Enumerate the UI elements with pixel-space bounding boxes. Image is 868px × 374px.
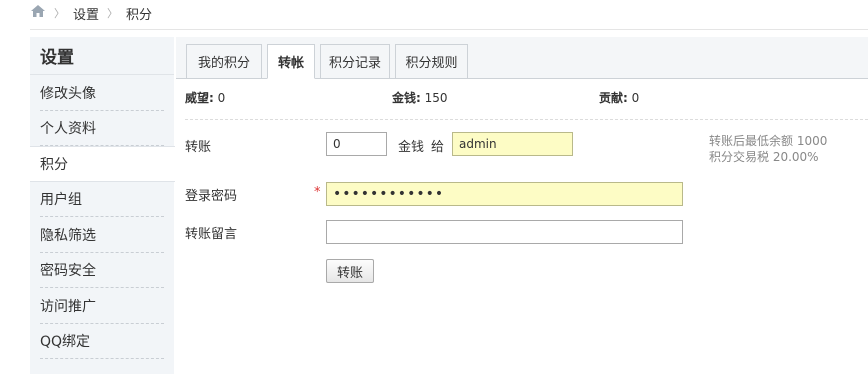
message-input[interactable] (326, 220, 683, 244)
sidebar-title: 设置 (30, 37, 174, 75)
breadcrumb: 〉 设置 〉 积分 (30, 4, 152, 23)
stat-prestige: 威望: 0 (185, 91, 226, 105)
sidebar-item-qq-binding[interactable]: QQ绑定 (30, 324, 174, 360)
sidebar-item-privacy[interactable]: 隐私筛选 (30, 217, 174, 253)
tab-credit-log[interactable]: 积分记录 (320, 44, 390, 79)
tab-credit-rules[interactable]: 积分规则 (395, 44, 468, 79)
breadcrumb-separator: 〉 (54, 7, 65, 20)
stat-money: 金钱: 150 (392, 91, 448, 105)
sidebar: 设置 修改头像 个人资料 积分 用户组 隐私筛选 密码安全 访问推广 QQ绑定 (30, 37, 175, 374)
sidebar-item-profile[interactable]: 个人资料 (30, 111, 174, 147)
breadcrumb-item-settings[interactable]: 设置 (73, 4, 99, 23)
main-panel: 我的积分 转帐 积分记录 积分规则 威望: 0 金钱: 150 贡献: 0 转账… (176, 37, 868, 374)
transfer-label: 转账 (185, 140, 212, 155)
tab-my-credits[interactable]: 我的积分 (186, 44, 262, 79)
home-icon[interactable] (30, 4, 46, 22)
currency-label: 金钱 (398, 140, 425, 155)
sidebar-item-promotion[interactable]: 访问推广 (30, 288, 174, 324)
breadcrumb-separator: 〉 (107, 7, 119, 20)
sidebar-item-credits[interactable]: 积分 (30, 146, 175, 182)
to-label: 给 (431, 140, 445, 155)
tax-hint: 积分交易税 20.00% (709, 150, 819, 164)
tab-bar: 我的积分 转帐 积分记录 积分规则 (176, 37, 868, 79)
recipient-input[interactable]: admin (452, 132, 573, 156)
breadcrumb-item-credits[interactable]: 积分 (126, 4, 152, 23)
breadcrumb-divider (30, 29, 868, 30)
password-input[interactable]: •••••••••••• (326, 182, 683, 206)
transfer-submit-button[interactable]: 转账 (326, 259, 374, 283)
required-mark: * (314, 185, 321, 200)
transfer-hints: 转账后最低余额 1000 积分交易税 20.00% (709, 133, 827, 165)
stats-divider (185, 119, 868, 120)
transfer-amount-input[interactable]: 0 (326, 132, 387, 156)
min-balance-hint: 转账后最低余额 1000 (709, 134, 828, 148)
sidebar-item-usergroup[interactable]: 用户组 (30, 182, 174, 218)
sidebar-item-avatar[interactable]: 修改头像 (30, 75, 174, 111)
sidebar-item-password-security[interactable]: 密码安全 (30, 253, 174, 289)
message-label: 转账留言 (185, 227, 238, 242)
password-label: 登录密码 (185, 189, 238, 204)
tab-transfer[interactable]: 转帐 (267, 44, 315, 79)
credit-stats: 威望: 0 金钱: 150 贡献: 0 (185, 89, 868, 107)
stat-contribution: 贡献: 0 (599, 91, 640, 105)
